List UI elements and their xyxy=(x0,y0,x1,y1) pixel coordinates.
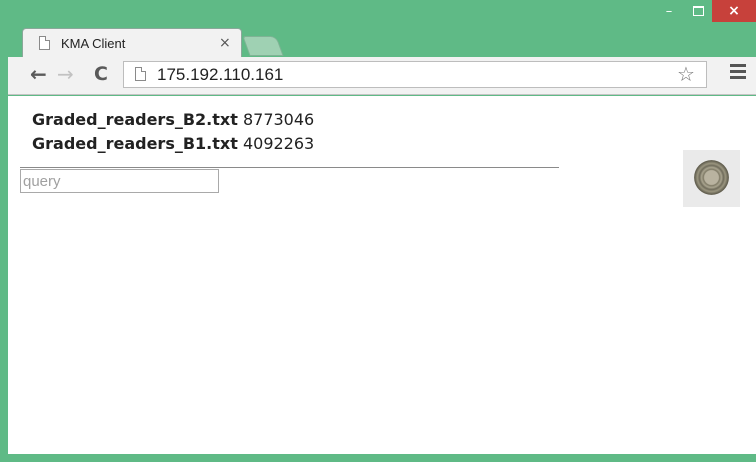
menu-icon[interactable] xyxy=(730,64,746,80)
forward-arrow-icon[interactable]: → xyxy=(57,63,74,85)
file-name: Graded_readers_B2.txt xyxy=(32,110,238,129)
star-icon[interactable]: ☆ xyxy=(677,62,695,86)
minimize-button[interactable]: – xyxy=(654,0,684,22)
back-arrow-icon[interactable]: ← xyxy=(30,63,47,85)
seal-logo-icon xyxy=(694,160,729,195)
page-info-icon[interactable] xyxy=(135,67,146,81)
close-window-button[interactable]: × xyxy=(712,0,756,22)
file-item: Graded_readers_B2.txt 8773046 xyxy=(32,110,314,129)
maximize-icon xyxy=(692,6,704,16)
file-item: Graded_readers_B1.txt 4092263 xyxy=(32,134,314,153)
new-tab-button[interactable] xyxy=(242,36,284,56)
url-text[interactable]: 175.192.110.161 xyxy=(157,65,283,85)
tab-kma-client[interactable]: KMA Client × xyxy=(22,28,242,58)
page-icon xyxy=(39,36,50,50)
file-name: Graded_readers_B1.txt xyxy=(32,134,238,153)
maximize-button[interactable] xyxy=(684,0,712,22)
file-size: 8773046 xyxy=(242,110,315,129)
address-bar[interactable]: 175.192.110.161 ☆ xyxy=(123,61,707,88)
page-content: Graded_readers_B2.txt 8773046 Graded_rea… xyxy=(8,96,756,454)
query-input[interactable] xyxy=(20,169,219,193)
logo-box xyxy=(683,150,740,207)
tab-title: KMA Client xyxy=(61,36,126,51)
reload-icon[interactable]: C xyxy=(94,63,108,85)
divider xyxy=(20,167,559,168)
tab-close-icon[interactable]: × xyxy=(219,35,231,51)
toolbar: ← → C 175.192.110.161 ☆ xyxy=(8,57,756,95)
file-size: 4092263 xyxy=(242,134,315,153)
browser-window: – × KMA Client × ← → C 175.192.110.161 ☆… xyxy=(0,0,756,462)
